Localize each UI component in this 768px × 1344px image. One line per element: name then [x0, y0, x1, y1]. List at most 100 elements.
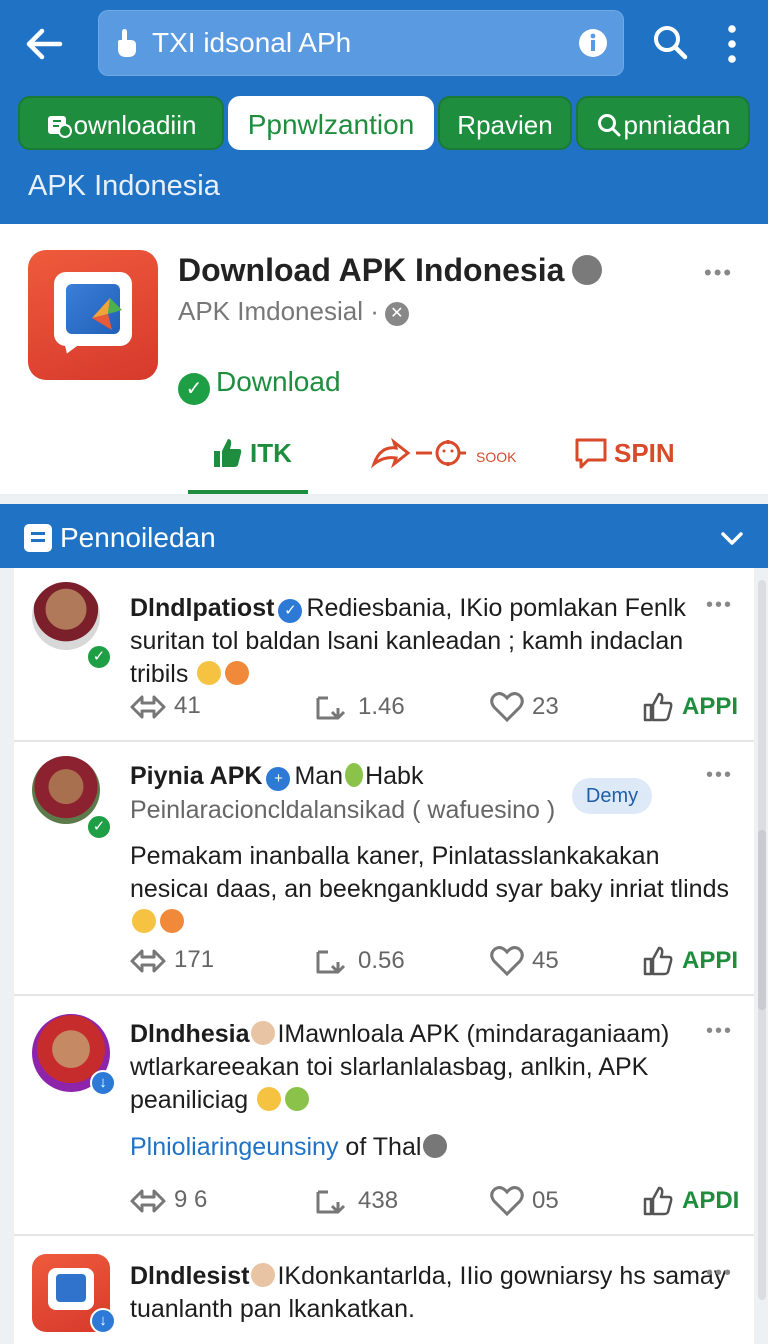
stat-value: APPI [682, 693, 739, 720]
share-count[interactable]: 9 6 [130, 1186, 207, 1215]
stat-value: APPI [682, 947, 739, 974]
more-horizontal-icon[interactable]: ••• [706, 764, 733, 787]
back-arrow-icon[interactable] [20, 20, 68, 68]
more-horizontal-icon[interactable]: ••• [706, 1020, 733, 1043]
post-inline-text: Rediesbania, IKio pomlakan Fenlk [306, 594, 686, 622]
post-link-line: Plnioliaringeunsiny of Thal [130, 1131, 730, 1164]
post-text: wtlarkareeakan toi slarlanlalasbag, anlk… [130, 1053, 649, 1114]
stat-value: 1.46 [358, 693, 405, 720]
share-count[interactable]: 41 [130, 692, 201, 721]
action-label: SOOK [476, 449, 517, 465]
post-link-suffix: of Thal [345, 1133, 422, 1161]
more-horizontal-icon[interactable]: ••• [706, 1262, 733, 1285]
info-icon[interactable] [578, 28, 608, 58]
chevron-down-icon[interactable] [718, 524, 746, 552]
post-link[interactable]: Plnioliaringeunsiny [130, 1133, 338, 1161]
header-subtitle: APK Indonesia [28, 170, 220, 202]
avatar[interactable] [32, 756, 100, 824]
swap-arrows-icon [130, 949, 166, 973]
download-badge-icon: ↓ [90, 1308, 116, 1334]
search-icon [597, 114, 620, 137]
post-stats: 9 6 438 05 APDI [130, 1186, 750, 1222]
chip-label: Ppnwlzantion [247, 109, 415, 140]
more-horizontal-icon[interactable]: ••• [706, 594, 733, 617]
like-count[interactable]: 23 [490, 692, 559, 723]
stat-value: 0.56 [358, 947, 405, 974]
app-header: TXI idsonal APh ownloadiin Ppnwlzantion … [0, 0, 768, 224]
chip-personalization[interactable]: Ppnwlzantion [228, 96, 434, 150]
stat-value: 41 [174, 692, 201, 719]
download-badge-icon: ↓ [90, 1070, 116, 1096]
emoji-icon [197, 661, 222, 685]
post-feed[interactable]: ✓ Dlndlpatiost ✓ Rediesbania, IKio pomlaka… [14, 568, 754, 1344]
chip-label: Rpavien [457, 110, 553, 140]
chip-search[interactable]: pnniadan [576, 96, 750, 150]
post-item[interactable]: ✓ Piynia APK + Man Habk Peinlaracioncldalan… [14, 742, 754, 996]
download-badge-icon [47, 116, 72, 138]
app-icon[interactable] [28, 250, 158, 380]
stat-value: 05 [532, 1187, 559, 1214]
post-item[interactable]: ↓ Dlndlesist IKdonkantarlda, IIio gowniar… [14, 1236, 754, 1344]
like-count[interactable]: 05 [490, 1186, 559, 1217]
post-body: Dlndlpatiost ✓ Rediesbania, IKio pomlakan … [130, 592, 730, 691]
post-author[interactable]: Dlndlpatiost [130, 594, 274, 622]
app-action-button[interactable]: APPI [642, 692, 738, 722]
face-emoji-icon [251, 1021, 276, 1045]
post-author[interactable]: Piynia APK [130, 762, 262, 790]
share-icon [370, 437, 466, 469]
post-item[interactable]: ↓ Dlndhesia IMawnloala APK (mindaraganiaa… [14, 996, 754, 1236]
stat-value: 45 [532, 947, 559, 974]
chip-downloading[interactable]: ownloadiin [18, 96, 224, 150]
swap-arrows-icon [130, 1189, 166, 1213]
repost-count[interactable]: 0.56 [314, 946, 405, 976]
action-like[interactable]: ITK [210, 436, 292, 476]
hand-icon [118, 29, 136, 57]
repost-icon [316, 950, 346, 974]
repost-count[interactable]: 1.46 [314, 692, 405, 722]
post-author[interactable]: Dlndlesist [130, 1262, 249, 1290]
repost-icon [316, 696, 346, 720]
check-circle-icon: ✓ [178, 373, 210, 405]
action-share[interactable]: SOOK [370, 436, 516, 476]
share-count[interactable]: 171 [130, 946, 214, 975]
app-action-button[interactable]: APDI [642, 1186, 739, 1216]
verified-badge-icon: ✓ [86, 644, 112, 670]
action-comment[interactable]: SPIN [574, 436, 675, 476]
section-bar[interactable]: Pennoiledan [0, 504, 768, 568]
more-horizontal-icon[interactable]: ••• [704, 260, 733, 286]
scrollbar-thumb[interactable] [758, 830, 766, 1010]
thumbs-up-outline-icon [643, 692, 673, 722]
app-action-button[interactable]: APPI [642, 946, 738, 976]
heart-icon [490, 1186, 524, 1217]
repost-count[interactable]: 438 [314, 1186, 398, 1216]
repost-icon [316, 1190, 346, 1214]
app-title: Download APK Indonesia [178, 252, 603, 289]
app-developer[interactable]: APK Imdonesial · ✕ [178, 296, 409, 327]
like-count[interactable]: 45 [490, 946, 559, 977]
star-emoji-icon [257, 1087, 282, 1111]
stat-value: 23 [532, 693, 559, 720]
chip-label: pnniadan [623, 110, 731, 140]
post-body: Dlndlesist IKdonkantarlda, IIio gowniarsy… [130, 1260, 730, 1326]
more-vertical-icon[interactable] [718, 22, 746, 66]
verified-badge-icon: ✓ [86, 814, 112, 840]
search-input[interactable]: TXI idsonal APh [98, 10, 624, 76]
post-stats: 171 0.56 45 APPI [130, 946, 750, 982]
tag-pill[interactable]: Demy [572, 778, 652, 814]
post-author[interactable]: Dlndhesia [130, 1020, 249, 1048]
stat-value: APDI [682, 1187, 740, 1214]
avatar[interactable] [32, 582, 100, 650]
verified-icon: + [266, 767, 291, 791]
emoji-icon [160, 909, 184, 933]
face-emoji-icon [251, 1263, 276, 1287]
star-emoji-icon [132, 909, 156, 933]
thumbs-up-icon [214, 439, 242, 467]
search-icon[interactable] [652, 24, 688, 60]
post-item[interactable]: ✓ Dlndlpatiost ✓ Rediesbania, IKio pomlaka… [14, 568, 754, 742]
scrollbar[interactable] [758, 580, 766, 1300]
chip-review[interactable]: Rpavien [438, 96, 572, 150]
close-circle-icon[interactable]: ✕ [384, 302, 409, 326]
action-label: ITK [250, 438, 292, 468]
download-button[interactable]: ✓ Download [178, 366, 341, 405]
heart-icon [490, 946, 524, 977]
